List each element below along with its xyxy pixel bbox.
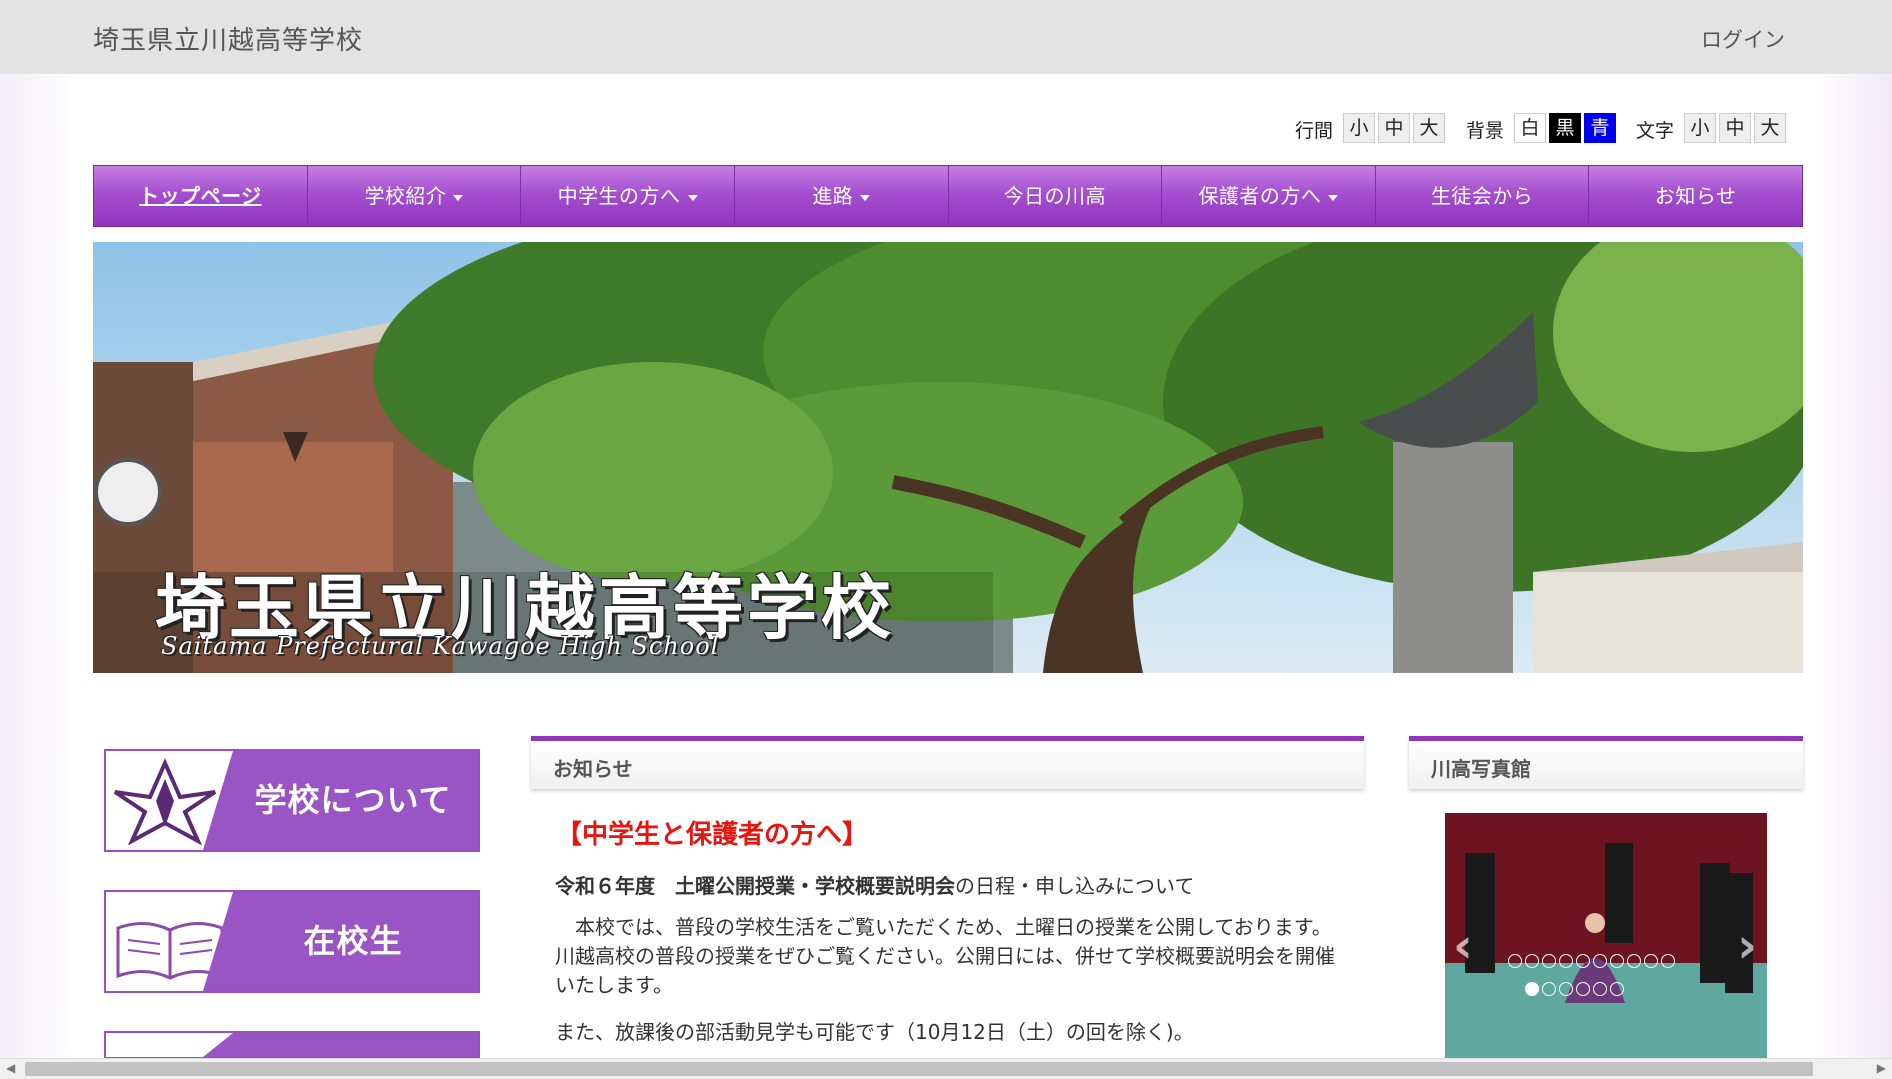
scroll-left-icon[interactable]: ◀: [6, 1061, 15, 1075]
nav-item-news[interactable]: お知らせ: [1589, 166, 1802, 226]
carousel-dot[interactable]: [1576, 982, 1590, 996]
hero-banner: 埼玉県立川越高等学校 Saitama Prefectural Kawagoe H…: [93, 242, 1803, 673]
photo-panel-header: 川高写真館: [1409, 736, 1803, 789]
carousel-indicators-row1: [1508, 954, 1675, 968]
carousel-dot[interactable]: [1542, 954, 1556, 968]
third-banner[interactable]: [104, 1031, 480, 1059]
nav-item-label: 生徒会から: [1430, 184, 1534, 208]
caret-down-icon: [687, 194, 698, 201]
caret-down-icon: [1328, 194, 1339, 201]
nav-item-label: 学校紹介: [364, 184, 447, 208]
nav-item-label: 今日の川高: [1003, 184, 1107, 208]
carousel-dot[interactable]: [1508, 954, 1522, 968]
news-panel-header: お知らせ: [531, 736, 1364, 789]
nav-item-label: 進路: [812, 184, 854, 208]
carousel-dot[interactable]: [1627, 954, 1641, 968]
news-paragraph: 本校では、普段の学校生活をご覧いただくため、土曜日の授業を公開しております。川越…: [555, 915, 1335, 997]
current-students-label: 在校生: [303, 922, 403, 960]
site-title[interactable]: 埼玉県立川越高等学校: [93, 20, 363, 57]
background-blue-button[interactable]: 青: [1584, 113, 1616, 143]
news-paragraph: また、放課後の部活動見学も可能です（10月12日（土）の回を除く)。: [555, 1020, 1194, 1044]
news-panel-title: お知らせ: [553, 757, 633, 781]
nav-item-label: トップページ: [139, 184, 262, 208]
carousel-dot[interactable]: [1661, 954, 1675, 968]
scroll-right-icon[interactable]: ▶: [1877, 1061, 1886, 1075]
caret-down-icon: [860, 194, 871, 201]
carousel-dot[interactable]: [1525, 954, 1539, 968]
carousel-next-button[interactable]: ›: [1737, 918, 1757, 974]
carousel-dot[interactable]: [1610, 982, 1624, 996]
text-size-medium-button[interactable]: 中: [1719, 113, 1751, 143]
nav-item-junior-high[interactable]: 中学生の方へ: [521, 166, 735, 226]
line-spacing-small-button[interactable]: 小: [1343, 113, 1375, 143]
current-students-banner[interactable]: 在校生: [104, 890, 480, 993]
carousel-dot-active[interactable]: [1525, 982, 1539, 996]
line-spacing-label: 行間: [1295, 120, 1334, 142]
carousel-dot[interactable]: [1576, 954, 1590, 968]
line-spacing-large-button[interactable]: 大: [1413, 113, 1445, 143]
nav-item-label: 中学生の方へ: [557, 184, 681, 208]
carousel-dot[interactable]: [1610, 954, 1624, 968]
about-school-banner[interactable]: 学校について: [104, 749, 480, 852]
scrollbar-thumb[interactable]: [25, 1062, 1813, 1076]
news-headline[interactable]: 【中学生と保護者の方へ】: [556, 814, 868, 851]
carousel-photo: [1445, 813, 1767, 1058]
nav-item-student-council[interactable]: 生徒会から: [1376, 166, 1590, 226]
photo-panel-title: 川高写真館: [1431, 757, 1531, 781]
carousel-dot[interactable]: [1644, 954, 1658, 968]
nav-item-label: 保護者の方へ: [1198, 184, 1322, 208]
background-white-button[interactable]: 白: [1514, 113, 1546, 143]
text-size-large-button[interactable]: 大: [1754, 113, 1786, 143]
nav-item-school-intro[interactable]: 学校紹介: [308, 166, 522, 226]
horizontal-scrollbar[interactable]: ◀ ▶: [0, 1058, 1892, 1079]
carousel-indicators-row2: [1525, 982, 1624, 996]
accessibility-toolbar: 行間 小 中 大 背景 白 黒 青 文字 小 中 大: [0, 112, 1892, 144]
nav-item-today[interactable]: 今日の川高: [949, 166, 1163, 226]
school-emblem-icon: [113, 758, 217, 845]
nav-item-top[interactable]: トップページ: [94, 166, 308, 226]
main-nav: トップページ 学校紹介 中学生の方へ 進路 今日の川高 保護者の方へ 生徒会から…: [93, 165, 1803, 227]
login-link[interactable]: ログイン: [1701, 24, 1785, 54]
nav-item-career[interactable]: 進路: [735, 166, 949, 226]
hero-subtitle: Saitama Prefectural Kawagoe High School: [161, 632, 720, 660]
about-school-label: 学校について: [254, 781, 452, 819]
carousel-dot[interactable]: [1593, 982, 1607, 996]
carousel-dot[interactable]: [1559, 954, 1573, 968]
carousel-dot[interactable]: [1542, 982, 1556, 996]
carousel-dot[interactable]: [1559, 982, 1573, 996]
text-size-label: 文字: [1636, 120, 1675, 142]
line-spacing-medium-button[interactable]: 中: [1378, 113, 1410, 143]
banner-background: [203, 1033, 478, 1057]
carousel-dot[interactable]: [1593, 954, 1607, 968]
background-black-button[interactable]: 黒: [1549, 113, 1581, 143]
news-subtitle: 令和６年度 土曜公開授業・学校概要説明会の日程・申し込みについて: [555, 870, 1194, 899]
background-label: 背景: [1466, 120, 1505, 142]
text-size-small-button[interactable]: 小: [1684, 113, 1716, 143]
photo-carousel[interactable]: ‹ ›: [1445, 813, 1767, 1058]
news-subtitle-bold: 令和６年度 土曜公開授業・学校概要説明会: [555, 874, 955, 898]
top-bar: 埼玉県立川越高等学校 ログイン: [0, 0, 1892, 74]
carousel-prev-button[interactable]: ‹: [1453, 918, 1473, 974]
nav-item-parents[interactable]: 保護者の方へ: [1162, 166, 1376, 226]
nav-item-label: お知らせ: [1654, 184, 1737, 208]
news-subtitle-rest: の日程・申し込みについて: [955, 874, 1195, 898]
caret-down-icon: [453, 194, 464, 201]
